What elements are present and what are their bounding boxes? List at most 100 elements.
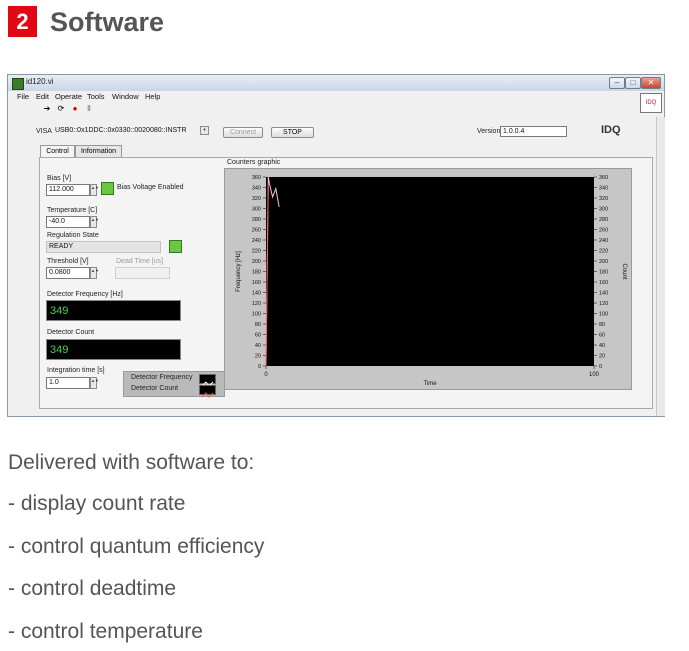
y2-tick-label: 40	[599, 343, 605, 349]
deadtime-field	[115, 267, 170, 279]
vertical-scrollbar[interactable]	[656, 117, 665, 416]
y2-tick-label: 0	[599, 364, 602, 370]
visa-resource[interactable]: USB0::0x1DDC::0x0330::0020080::INSTR	[53, 126, 203, 137]
y-axis-label: Frequency [Hz]	[236, 251, 242, 292]
section-number: 2	[8, 6, 37, 37]
window-title: id120.vi	[26, 77, 54, 86]
integration-field[interactable]: 1.0	[46, 377, 90, 389]
y-tick-label: 140	[252, 291, 261, 297]
y-tick-label: 20	[255, 354, 261, 360]
connect-button[interactable]: Connect	[223, 127, 263, 138]
plot-area	[266, 177, 594, 366]
maximize-button[interactable]: □	[625, 77, 641, 89]
bias-enabled-label: Bias Voltage Enabled	[117, 184, 184, 191]
y2-tick-label: 60	[599, 333, 605, 339]
run-arrow-icon[interactable]: ➔	[42, 104, 52, 113]
y2-tick-label: 140	[599, 291, 608, 297]
abort-icon[interactable]: ●	[70, 104, 80, 113]
menu-edit[interactable]: Edit	[36, 92, 49, 101]
y-tick-label: 260	[252, 228, 261, 234]
legend-count-swatch[interactable]	[199, 385, 216, 398]
regulation-state: READY	[46, 241, 161, 253]
y-tick-label: 220	[252, 249, 261, 255]
threshold-field[interactable]: 0.0800	[46, 267, 90, 279]
regulation-led	[169, 240, 182, 253]
y-tick-label: 40	[255, 343, 261, 349]
section-title: Software	[50, 7, 165, 37]
threshold-label: Threshold [V]	[47, 258, 89, 265]
y2-tick-label: 260	[599, 228, 608, 234]
y2-axis-label: Count	[621, 263, 627, 279]
y-tick-label: 360	[252, 175, 261, 181]
y-tick-label: 320	[252, 196, 261, 202]
x-tick-label: 0	[264, 372, 268, 378]
plot-legend: Detector Frequency Detector Count	[123, 371, 225, 398]
app-window: id120.vi – □ ✕ File Edit Operate Tools W…	[7, 74, 665, 417]
y2-tick-label: 340	[599, 186, 608, 192]
y2-tick-label: 240	[599, 238, 608, 244]
visa-dropdown-icon[interactable]: ▼	[200, 126, 209, 135]
tab-information[interactable]: Information	[75, 145, 122, 157]
menu-tools[interactable]: Tools	[87, 92, 105, 101]
feature-item: - control deadtime	[8, 577, 177, 600]
version-field: 1.0.0.4	[500, 126, 567, 137]
close-button[interactable]: ✕	[641, 77, 661, 89]
detector-count-label: Detector Count	[47, 329, 95, 336]
y2-tick-label: 300	[599, 207, 608, 213]
menu-help[interactable]: Help	[145, 92, 160, 101]
x-tick-label: 100	[589, 372, 600, 378]
y-tick-label: 340	[252, 186, 261, 192]
temperature-stepper[interactable]: ▲▼	[90, 216, 99, 228]
chart-svg: 0 020 2040 4060 6080 80100 100120 120140 140160 1…	[236, 175, 627, 387]
run-continuous-icon[interactable]: ⟳	[56, 104, 66, 113]
bias-stepper[interactable]: ▲▼	[90, 184, 99, 196]
integration-label: Integration time [s]	[47, 367, 105, 374]
y2-tick-label: 180	[599, 270, 608, 276]
y2-tick-label: 320	[599, 196, 608, 202]
y-tick-label: 80	[255, 322, 261, 328]
y2-tick-label: 360	[599, 175, 608, 181]
legend-frequency-swatch[interactable]	[199, 374, 216, 387]
y-tick-label: 240	[252, 238, 261, 244]
front-panel: VISA USB0::0x1DDC::0x0330::0020080::INST…	[9, 117, 656, 414]
regulation-label: Regulation State	[47, 232, 99, 239]
integration-stepper[interactable]: ▲▼	[90, 377, 99, 389]
y2-tick-label: 80	[599, 322, 605, 328]
y-tick-label: 100	[252, 312, 261, 318]
y2-tick-label: 100	[599, 312, 608, 318]
y2-tick-label: 160	[599, 280, 608, 286]
y-tick-label: 300	[252, 207, 261, 213]
menu-operate[interactable]: Operate	[55, 92, 82, 101]
y2-tick-label: 20	[599, 354, 605, 360]
feature-item: - display count rate	[8, 492, 186, 515]
y-tick-label: 0	[258, 364, 261, 370]
y2-tick-label: 220	[599, 249, 608, 255]
detector-count-indicator: 349	[46, 339, 181, 360]
bias-field[interactable]: 112.000	[46, 184, 90, 196]
y-tick-label: 160	[252, 280, 261, 286]
bias-enabled-led[interactable]	[101, 182, 114, 195]
y2-tick-label: 280	[599, 217, 608, 223]
y-tick-label: 60	[255, 333, 261, 339]
temperature-label: Temperature [C]	[47, 207, 98, 214]
visa-label: VISA	[36, 128, 52, 135]
bias-label: Bias [V]	[47, 175, 72, 182]
x-axis-label: Time	[423, 381, 437, 387]
stop-button[interactable]: STOP	[271, 127, 314, 138]
toolbar: ➔ ⟳ ● Ⅱ	[8, 102, 664, 116]
y-tick-label: 280	[252, 217, 261, 223]
minimize-button[interactable]: –	[609, 77, 625, 89]
legend-count-label: Detector Count	[131, 385, 179, 392]
detector-frequency-indicator: 349	[46, 300, 181, 321]
menu-window[interactable]: Window	[112, 92, 139, 101]
menu-file[interactable]: File	[17, 92, 29, 101]
menu-bar: File Edit Operate Tools Window Help	[8, 91, 664, 102]
y-tick-label: 180	[252, 270, 261, 276]
pause-icon[interactable]: Ⅱ	[84, 104, 94, 113]
temperature-field[interactable]: -40.0	[46, 216, 90, 228]
threshold-stepper[interactable]: ▲▼	[90, 267, 99, 279]
y-tick-label: 120	[252, 301, 261, 307]
y2-tick-label: 120	[599, 301, 608, 307]
app-icon	[12, 78, 24, 90]
y-tick-label: 200	[252, 259, 261, 265]
